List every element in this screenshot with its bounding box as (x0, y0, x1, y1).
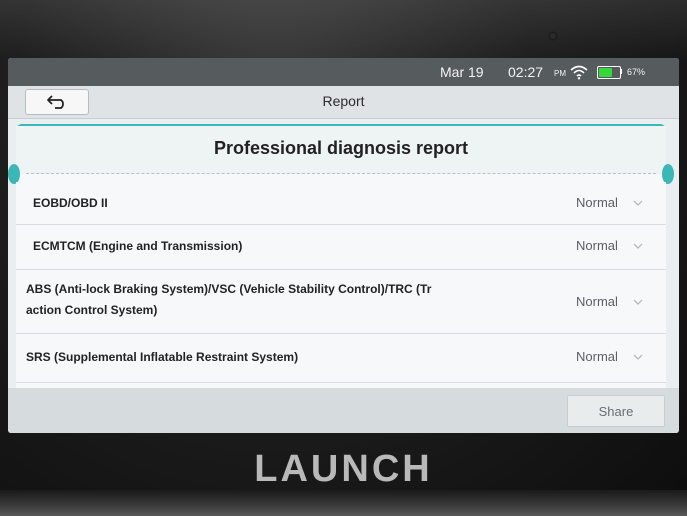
report-panel: Professional diagnosis report EOBD/OBD I… (8, 124, 674, 388)
back-arrow-icon (47, 95, 64, 109)
row-label: EOBD/OBD II (33, 196, 108, 210)
device-frame: Mar 19 02:27 PM 67% Report Professional … (0, 0, 687, 516)
battery-icon (597, 66, 621, 79)
chevron-down-icon (633, 200, 643, 206)
chevron-down-icon (633, 243, 643, 249)
bezel-bottom (0, 490, 687, 516)
row-status: Normal (576, 349, 618, 364)
report-header: Professional diagnosis report (16, 126, 666, 174)
report-row-eobd[interactable]: EOBD/OBD II Normal (16, 182, 666, 225)
bottom-toolbar: Share (8, 388, 679, 433)
bezel-sheen (0, 0, 687, 60)
report-row-ecm-tcm[interactable]: ECMTCM (Engine and Transmission) Normal (16, 225, 666, 270)
battery-tip (620, 69, 622, 74)
row-label: SRS (Supplemental Inflatable Restraint S… (26, 350, 299, 364)
status-bar: Mar 19 02:27 PM 67% (8, 58, 679, 86)
chevron-down-icon (633, 354, 643, 360)
camera-lens (550, 33, 556, 39)
share-button[interactable]: Share (567, 395, 665, 427)
battery-percent: 67% (627, 67, 646, 77)
status-time: 02:27 (508, 64, 544, 80)
divider (26, 173, 656, 174)
wifi-icon (570, 65, 588, 80)
row-status: Normal (576, 238, 618, 253)
report-row-abs-vsc-trc[interactable]: ABS (Anti-lock Braking System)/VSC (Vehi… (16, 270, 666, 334)
status-ampm: PM (554, 69, 566, 78)
back-button[interactable] (25, 89, 89, 115)
row-label-line2: action Control System) (26, 303, 158, 317)
report-row-srs[interactable]: SRS (Supplemental Inflatable Restraint S… (16, 334, 666, 383)
report-title: Professional diagnosis report (213, 138, 469, 158)
brand-logo: LAUNCH (254, 448, 433, 490)
panel-notch-right (662, 164, 674, 184)
panel-notch-left (8, 164, 20, 184)
status-date: Mar 19 (440, 64, 484, 80)
title-bar: Report (8, 86, 679, 119)
row-label: ECMTCM (Engine and Transmission) (33, 239, 243, 253)
row-status: Normal (576, 294, 618, 309)
chevron-down-icon (633, 299, 643, 305)
row-label-line1: ABS (Anti-lock Braking System)/VSC (Vehi… (26, 282, 432, 296)
device-screen: Mar 19 02:27 PM 67% Report Professional … (8, 58, 679, 433)
page-title: Report (322, 93, 365, 109)
row-status: Normal (576, 195, 618, 210)
battery-level-fill (599, 68, 612, 77)
